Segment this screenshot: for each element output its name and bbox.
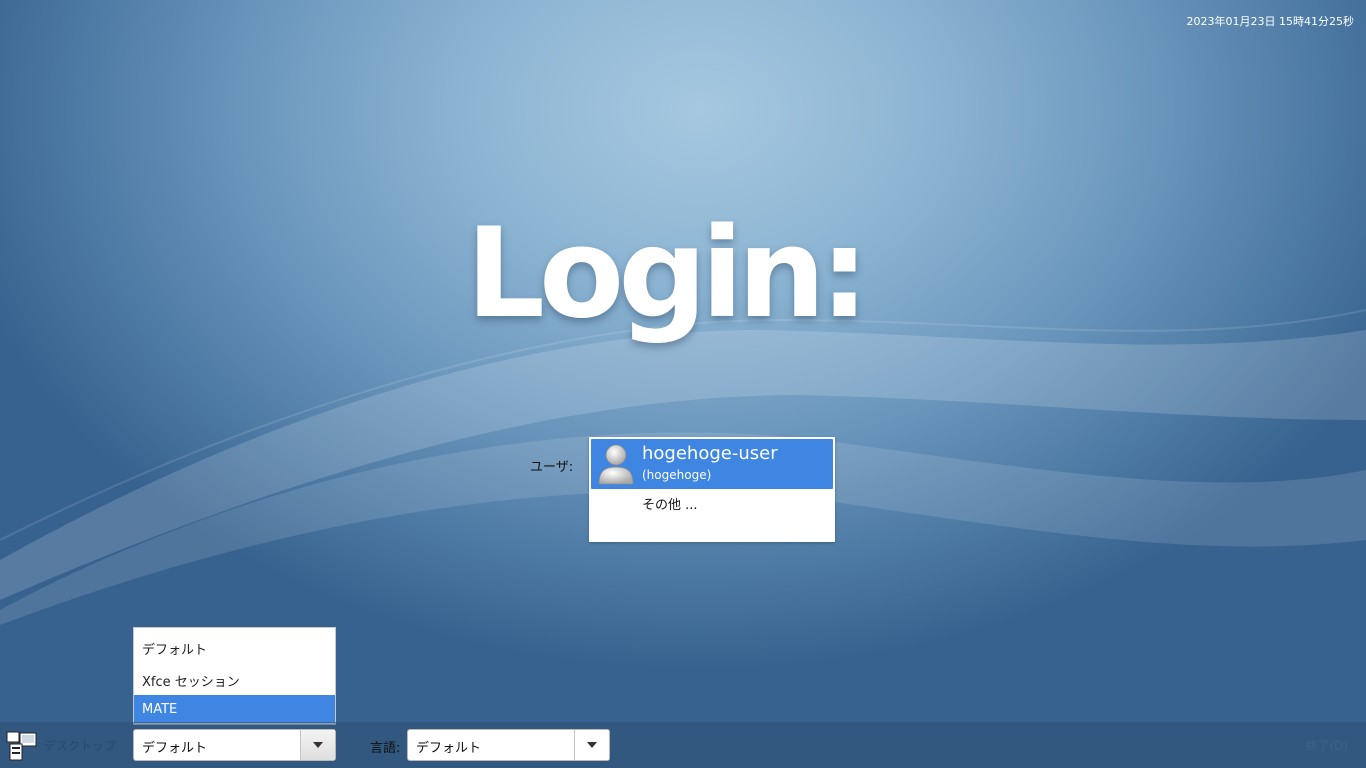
user-item-other[interactable]: その他 ... xyxy=(642,494,698,513)
language-combo[interactable]: デフォルト xyxy=(407,729,610,761)
language-value: デフォルト xyxy=(416,741,482,756)
session-option-default[interactable]: デフォルト xyxy=(134,632,335,660)
user-avatar-icon xyxy=(598,444,634,485)
user-label: ユーザ: xyxy=(530,460,574,475)
clock-datetime: 2023年01月23日 15時41分25秒 xyxy=(1186,15,1354,28)
user-login: (hogehoge) xyxy=(642,468,712,482)
session-value: デフォルト xyxy=(142,741,208,756)
user-name: hogehoge-user xyxy=(642,443,778,464)
session-option-xfce[interactable]: Xfce セッション xyxy=(134,664,335,692)
session-dropdown-button[interactable] xyxy=(300,730,335,760)
chevron-down-icon xyxy=(313,742,323,748)
user-list: hogehoge-user (hogehoge) その他 ... xyxy=(589,437,835,542)
chevron-down-icon xyxy=(587,742,597,748)
session-combo[interactable]: デフォルト xyxy=(133,729,336,761)
language-label: 言語: xyxy=(370,741,401,756)
bottom-bar: デスクトップ デフォルト 言語: デフォルト 終了(D) xyxy=(0,722,1366,768)
session-label: デスクトップ xyxy=(44,739,117,753)
user-item-hogehoge[interactable]: hogehoge-user (hogehoge) xyxy=(591,439,833,489)
shutdown-button[interactable]: 終了(D) xyxy=(1305,737,1348,754)
login-title: Login: xyxy=(466,202,869,346)
language-dropdown-button[interactable] xyxy=(574,730,609,760)
desktop-session-icon xyxy=(6,731,37,761)
session-dropdown-list: デフォルト Xfce セッション MATE xyxy=(133,627,336,725)
session-option-mate[interactable]: MATE xyxy=(134,695,335,723)
